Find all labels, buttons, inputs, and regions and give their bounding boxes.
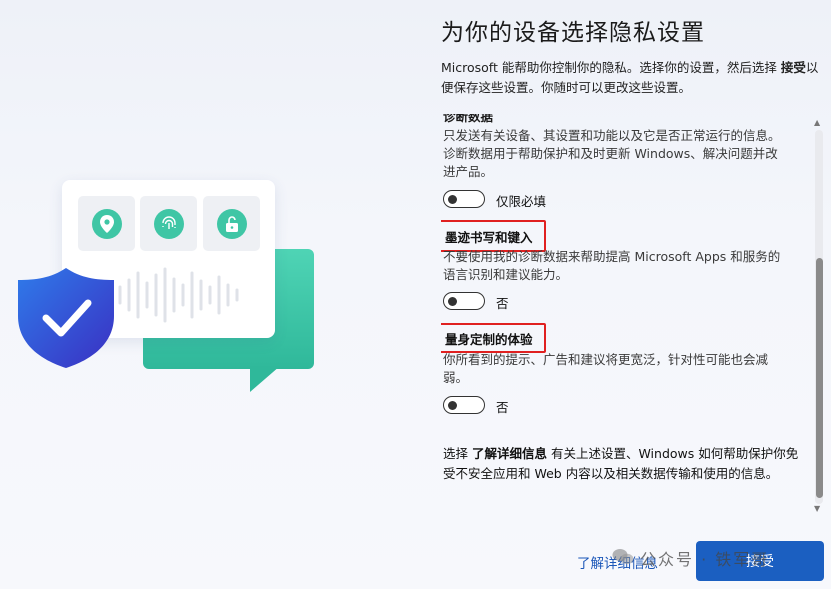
intro-text: Microsoft 能帮助你控制你的隐私。选择你的设置，然后选择 接受以便保存这… [441, 58, 819, 98]
section-desc-diagnostic: 只发送有关设备、其设置和功能以及它是否正常运行的信息。诊断数据用于帮助保护和及时… [443, 128, 781, 179]
location-tile [78, 196, 135, 251]
toggle-diagnostic[interactable] [443, 190, 485, 208]
section-title-tailored: 量身定制的体验 [445, 332, 533, 347]
location-pin-icon [91, 208, 122, 239]
audio-wave-icon [118, 267, 239, 323]
intro-bold: 接受 [780, 60, 806, 75]
footer-note-bold: 了解详细信息 [471, 446, 547, 461]
toggle-knob [448, 400, 457, 410]
scroll-up-icon[interactable]: ▲ [814, 118, 820, 127]
toggle-knob [448, 296, 457, 306]
intro-pre: Microsoft 能帮助你控制你的隐私。选择你的设置，然后选择 [441, 60, 781, 75]
fingerprint-icon [153, 208, 184, 239]
scrollbar-thumb[interactable] [816, 258, 823, 498]
unlock-icon [216, 208, 247, 239]
settings-scroll-area[interactable]: 诊断数据 只发送有关设备、其设置和功能以及它是否正常运行的信息。诊断数据用于帮助… [441, 114, 811, 514]
footer-note: 选择 了解详细信息 有关上述设置、Windows 如何帮助保护你免受不安全应用和… [443, 444, 808, 484]
toggle-tailored[interactable] [443, 396, 485, 414]
scroll-down-icon[interactable]: ▼ [814, 504, 820, 513]
section-title-inking: 墨迹书写和键入 [445, 230, 533, 245]
shield-check-icon [18, 268, 114, 368]
privacy-illustration [0, 0, 420, 589]
toggle-label-diagnostic: 仅限必填 [496, 194, 547, 209]
section-desc-tailored: 你所看到的提示、广告和建议将更宽泛，针对性可能也会减弱。 [443, 352, 769, 385]
section-desc-inking: 不要使用我的诊断数据来帮助提高 Microsoft Apps 和服务的语言识别和… [443, 249, 781, 282]
toggle-label-inking: 否 [496, 296, 509, 311]
toggle-knob [448, 194, 457, 204]
unlock-tile [203, 196, 260, 251]
fingerprint-tile [140, 196, 197, 251]
scrollbar[interactable]: ▲ ▼ [812, 118, 826, 516]
toggle-inking[interactable] [443, 292, 485, 310]
page-title: 为你的设备选择隐私设置 [441, 20, 705, 46]
section-title-diagnostic: 诊断数据 [443, 114, 494, 124]
chat-bubble-tail [250, 366, 280, 392]
toggle-label-tailored: 否 [496, 400, 509, 415]
watermark-text: 公众号 · 铁军哥 [640, 550, 770, 569]
footer-note-pre: 选择 [443, 446, 472, 461]
wechat-icon [612, 549, 634, 565]
